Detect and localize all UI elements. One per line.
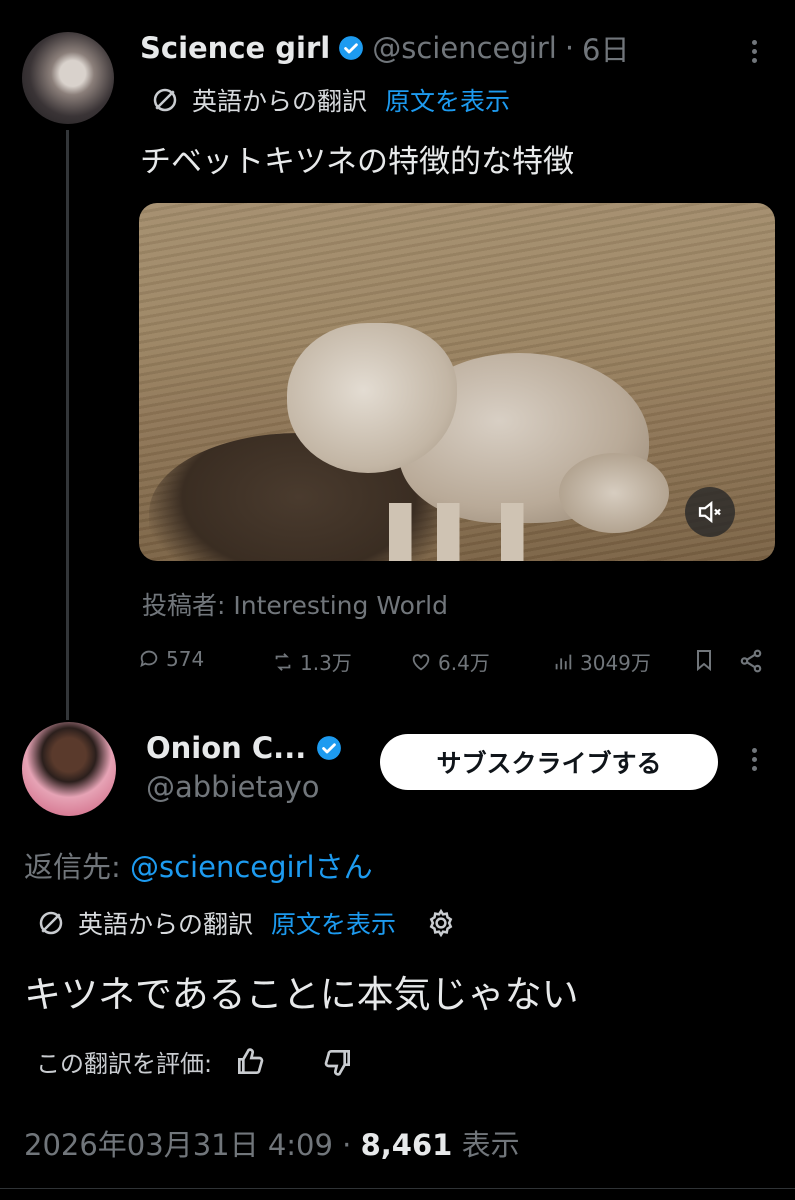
video-fox-legs (389, 503, 549, 561)
thread-line (66, 130, 69, 720)
reply-verified-badge-icon (317, 736, 342, 760)
heart-icon (412, 653, 430, 670)
rate-translation-bar: この翻訳を評価: (36, 1044, 354, 1079)
translate-icon (153, 88, 177, 112)
retweet-button[interactable]: 1.3万 (272, 647, 352, 676)
tweet-time[interactable]: 6日 (582, 27, 629, 69)
reply-show-original-link[interactable]: 原文を表示 (271, 905, 396, 941)
reply-text: キツネであることに本気じゃない (24, 973, 579, 1016)
bookmark-icon[interactable] (692, 648, 716, 672)
tweet-video[interactable] (139, 203, 775, 561)
reply-author-avatar[interactable] (22, 722, 116, 816)
action-bar: 574 1.3万 6.4万 3049万 (138, 644, 766, 676)
views-count: 3049万 (580, 651, 651, 675)
share-icon[interactable] (738, 648, 764, 674)
reply-translated-from-label: 英語からの翻訳 (78, 910, 254, 939)
reply-views-label: 表示 (461, 1128, 520, 1162)
reply-more-options-icon[interactable] (752, 744, 757, 775)
video-attribution[interactable]: 投稿者: Interesting World (142, 586, 448, 622)
bottom-divider (0, 1188, 795, 1189)
like-count: 6.4万 (438, 651, 490, 675)
video-fox-tail (559, 453, 669, 533)
rate-translation-label: この翻訳を評価: (36, 1050, 213, 1078)
reply-to-line: 返信先: @sciencegirlさん (24, 844, 373, 886)
thumbs-up-icon[interactable] (234, 1046, 266, 1078)
author-handle[interactable]: @sciencegirl (372, 31, 557, 65)
reply-translate-icon (39, 911, 63, 935)
show-original-link[interactable]: 原文を表示 (385, 82, 510, 118)
reply-icon (140, 650, 158, 668)
tweet-text: チベットキツネの特徴的な特徴 (140, 144, 574, 180)
translation-bar: 英語からの翻訳 原文を表示 (150, 82, 510, 118)
more-options-icon[interactable] (752, 36, 757, 67)
reply-count: 574 (166, 647, 205, 671)
retweet-icon (275, 652, 291, 671)
reply-button[interactable]: 574 (138, 647, 204, 671)
like-button[interactable]: 6.4万 (410, 647, 490, 676)
reply-author-handle[interactable]: @abbietayo (146, 770, 320, 804)
reply-to-handle-link[interactable]: @sciencegirl (130, 850, 315, 884)
retweet-count: 1.3万 (300, 651, 352, 675)
translation-settings-gear-icon[interactable] (426, 908, 456, 938)
reply-to-prefix: 返信先: (24, 850, 130, 884)
header-separator: · (564, 31, 575, 65)
tweet-header: Science girl @sciencegirl · 6日 (140, 28, 629, 68)
translated-from-label: 英語からの翻訳 (192, 87, 368, 116)
reply-date[interactable]: 2026年03月31日 4:09 (24, 1128, 333, 1162)
reply-author-name[interactable]: Onion C... (146, 731, 306, 765)
views-chart-icon (555, 654, 572, 669)
reply-views-count: 8,461 (360, 1128, 453, 1162)
reply-meta-separator: · (342, 1128, 352, 1162)
reply-header: Onion C... (146, 728, 342, 768)
mute-button[interactable] (685, 487, 735, 537)
reply-to-suffix: さん (314, 850, 373, 884)
author-name[interactable]: Science girl (140, 31, 330, 65)
verified-badge-icon (339, 36, 364, 60)
subscribe-button[interactable]: サブスクライブする (380, 734, 718, 790)
author-avatar[interactable] (22, 32, 114, 124)
reply-meta-line: 2026年03月31日 4:09 · 8,461 表示 (24, 1122, 520, 1164)
speaker-muted-icon (698, 500, 721, 524)
views-button[interactable]: 3049万 (552, 647, 651, 676)
thumbs-down-icon[interactable] (322, 1046, 354, 1078)
reply-translation-bar: 英語からの翻訳 原文を表示 (36, 905, 456, 941)
